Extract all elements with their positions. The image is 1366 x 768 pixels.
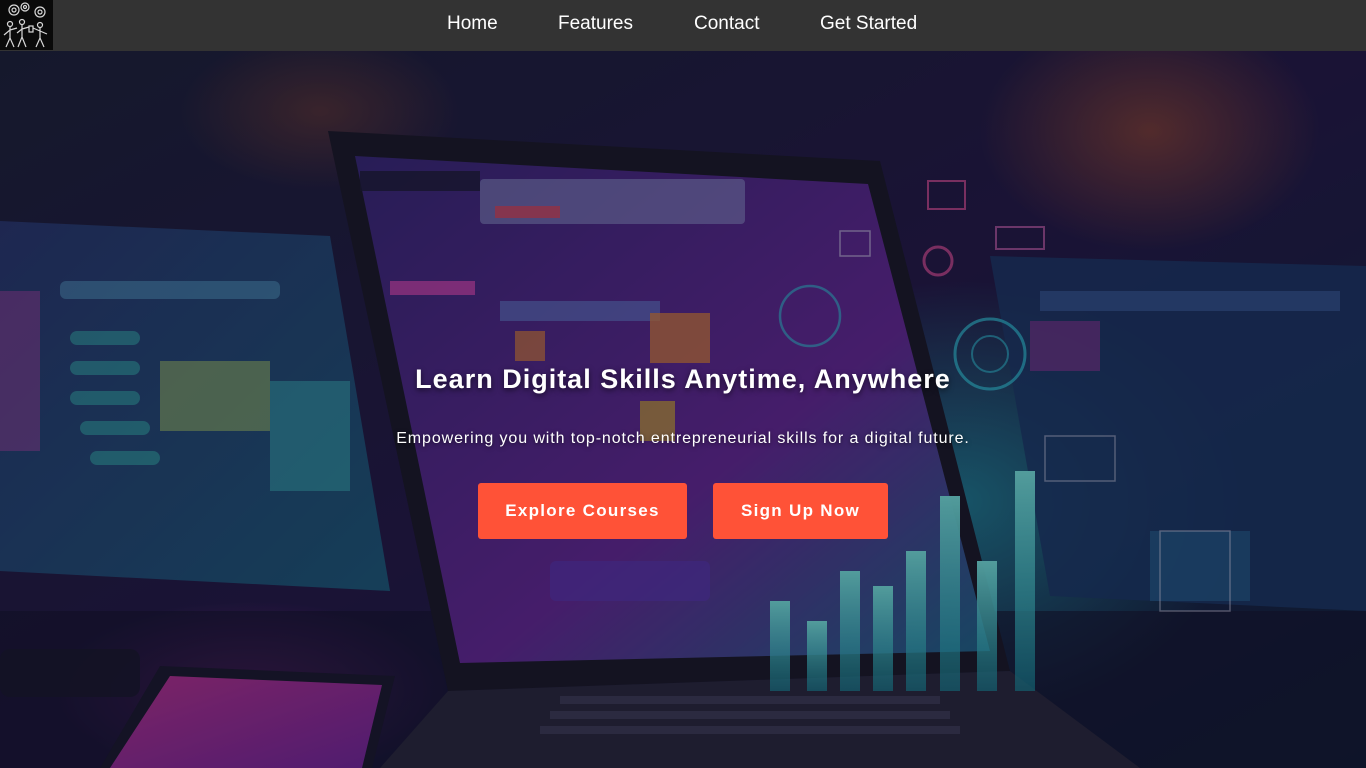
nav-link-home[interactable]: Home xyxy=(447,13,498,35)
nav-link-get-started[interactable]: Get Started xyxy=(820,13,917,35)
hero-dark-overlay xyxy=(0,51,1366,768)
hero-section xyxy=(0,51,1366,768)
hero-subtitle: Empowering you with top-notch entreprene… xyxy=(396,430,970,447)
page: Home Features Contact Get Started Learn … xyxy=(0,0,1366,768)
nav-link-features[interactable]: Features xyxy=(558,13,633,35)
nav-link-contact[interactable]: Contact xyxy=(694,13,759,35)
sign-up-now-button[interactable]: Sign Up Now xyxy=(713,483,888,539)
nav-links: Home Features Contact Get Started xyxy=(0,0,1366,51)
top-navbar: Home Features Contact Get Started xyxy=(0,0,1366,51)
hero-title: Learn Digital Skills Anytime, Anywhere xyxy=(415,364,951,394)
explore-courses-button[interactable]: Explore Courses xyxy=(478,483,687,539)
